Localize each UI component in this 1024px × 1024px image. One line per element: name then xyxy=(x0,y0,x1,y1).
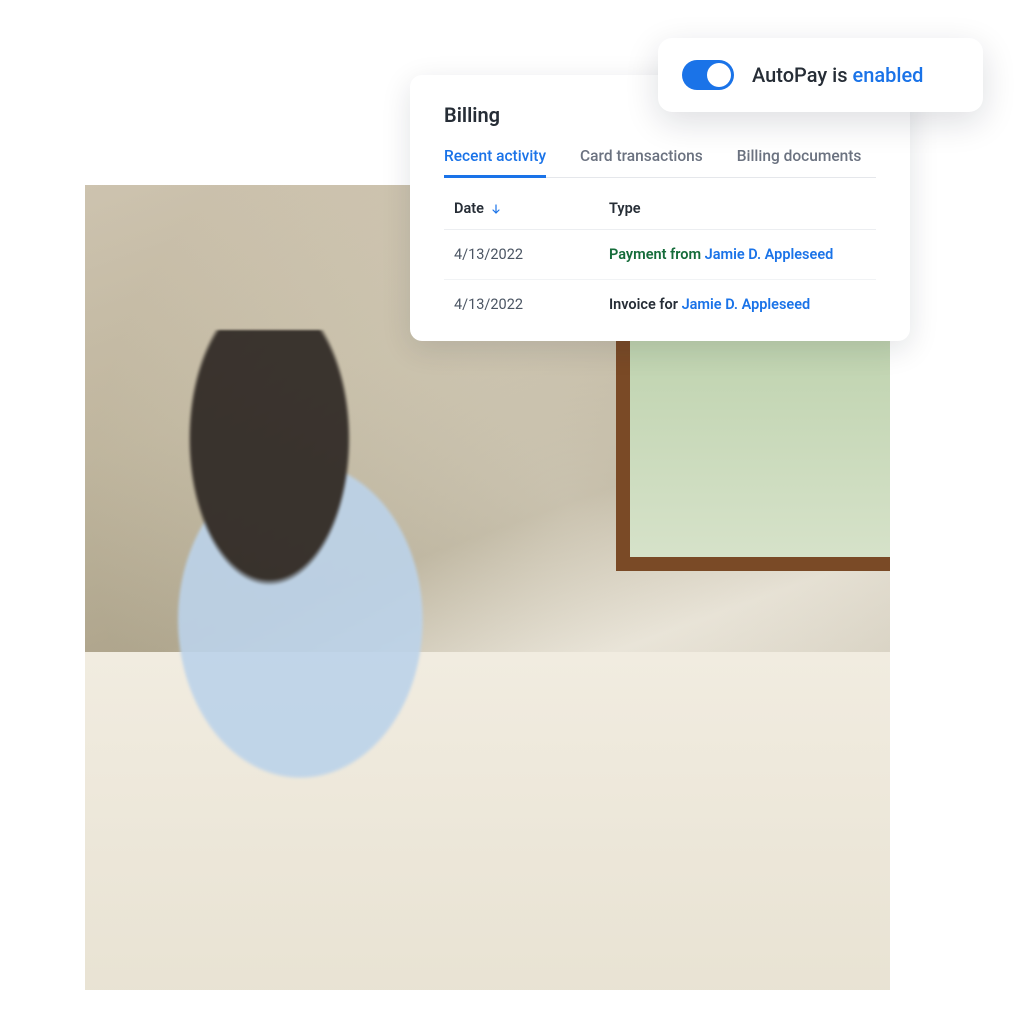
table-row[interactable]: 4/13/2022 Payment from Jamie D. Applesee… xyxy=(444,230,876,280)
autopay-status-text: AutoPay is enabled xyxy=(752,63,923,87)
cell-type: Payment from Jamie D. Appleseed xyxy=(609,246,866,263)
autopay-status-word: enabled xyxy=(852,63,923,87)
row-prefix: Invoice for xyxy=(609,296,682,313)
cell-type: Invoice for Jamie D. Appleseed xyxy=(609,296,866,313)
client-link[interactable]: Jamie D. Appleseed xyxy=(682,296,811,313)
tab-billing-documents[interactable]: Billing documents xyxy=(737,147,862,178)
cell-date: 4/13/2022 xyxy=(454,296,609,313)
tab-recent-activity[interactable]: Recent activity xyxy=(444,147,546,178)
tab-card-transactions[interactable]: Card transactions xyxy=(580,147,703,178)
autopay-toggle[interactable] xyxy=(682,60,734,90)
autopay-label-prefix: AutoPay is xyxy=(752,63,852,87)
toggle-knob xyxy=(707,63,731,87)
autopay-card: AutoPay is enabled xyxy=(658,38,983,112)
column-date-header[interactable]: Date xyxy=(454,200,609,217)
column-type-header[interactable]: Type xyxy=(609,200,866,217)
row-prefix: Payment from xyxy=(609,246,705,263)
client-link[interactable]: Jamie D. Appleseed xyxy=(705,246,834,263)
column-headers: Date Type xyxy=(444,182,876,230)
photo-figure xyxy=(101,330,544,934)
sort-desc-icon xyxy=(490,203,502,215)
column-date-label: Date xyxy=(454,200,484,217)
cell-date: 4/13/2022 xyxy=(454,246,609,263)
table-row[interactable]: 4/13/2022 Invoice for Jamie D. Appleseed xyxy=(444,280,876,329)
billing-card: Billing Recent activity Card transaction… xyxy=(410,75,910,341)
billing-tabs: Recent activity Card transactions Billin… xyxy=(444,147,876,178)
